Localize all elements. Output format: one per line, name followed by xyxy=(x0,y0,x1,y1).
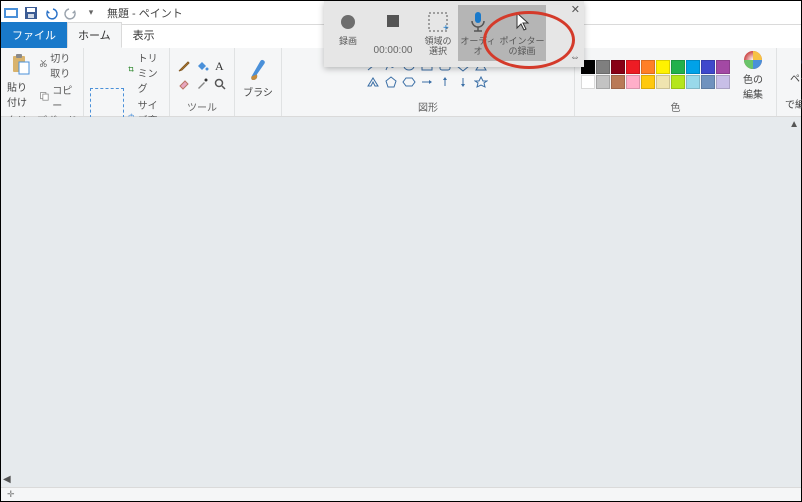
brush-button[interactable]: ブラシ xyxy=(241,53,275,101)
color-swatch[interactable] xyxy=(671,75,685,89)
color-swatch[interactable] xyxy=(686,60,700,74)
tab-home[interactable]: ホーム xyxy=(67,22,122,48)
fill-tool[interactable] xyxy=(194,58,210,74)
status-bar: ✛ xyxy=(1,487,801,501)
cut-label: 切り取り xyxy=(50,50,77,80)
paint3d-label: ペイント 3D で編集する xyxy=(783,70,802,111)
scroll-up-icon[interactable]: ▲ xyxy=(789,119,799,130)
record-circle-icon xyxy=(333,7,363,37)
colors-group-label: 色 xyxy=(671,99,681,116)
tab-view[interactable]: 表示 xyxy=(122,22,166,48)
record-button[interactable]: 録画 xyxy=(328,5,368,61)
color-wheel-icon xyxy=(742,49,764,71)
region-select-button[interactable]: + 領域の 選択 xyxy=(418,5,458,61)
record-label: 録画 xyxy=(339,37,357,47)
canvas-area[interactable]: ◀ ▲ xyxy=(1,117,801,487)
color-swatch[interactable] xyxy=(641,75,655,89)
copy-button[interactable]: コピー xyxy=(39,82,78,112)
crop-label: トリミング xyxy=(138,50,163,95)
copy-label: コピー xyxy=(52,82,77,112)
brush-label: ブラシ xyxy=(243,84,273,99)
text-tool[interactable]: A xyxy=(212,58,228,74)
qat-dropdown-icon[interactable]: ▾ xyxy=(83,5,99,21)
color-swatch[interactable] xyxy=(611,75,625,89)
svg-text:A: A xyxy=(215,59,224,73)
paint3d-button[interactable]: ペイント 3D で編集する xyxy=(783,53,802,101)
region-icon: + xyxy=(423,7,453,37)
crop-icon xyxy=(128,66,135,79)
window-title: 無題 - ペイント xyxy=(107,5,183,21)
save-icon[interactable] xyxy=(23,5,39,21)
paste-icon xyxy=(9,53,33,77)
stop-icon[interactable] xyxy=(383,11,403,31)
region-label: 領域の 選択 xyxy=(424,37,451,57)
copy-icon xyxy=(39,91,50,104)
svg-text:+: + xyxy=(443,23,449,34)
tools-group-label: ツール xyxy=(187,99,217,116)
edit-colors-button[interactable]: 色の 編集 xyxy=(736,51,770,99)
color-swatch[interactable] xyxy=(581,75,595,89)
app-icon xyxy=(3,5,19,21)
pointer-record-button[interactable]: ポインターの録画 xyxy=(498,5,546,61)
paint3d-icon xyxy=(798,42,802,70)
redo-icon[interactable] xyxy=(63,5,79,21)
color-swatch[interactable] xyxy=(716,60,730,74)
color-swatch[interactable] xyxy=(701,75,715,89)
gamebar-overlay: ✕ ⇔ 録画 00:00:00 + 領域の 選択 オーディオ xyxy=(324,1,584,67)
color-swatch[interactable] xyxy=(626,75,640,89)
pointer-label: ポインターの録画 xyxy=(498,37,546,57)
undo-icon[interactable] xyxy=(43,5,59,21)
magnifier-tool[interactable] xyxy=(212,76,228,92)
pencil-tool[interactable] xyxy=(176,58,192,74)
color-swatch[interactable] xyxy=(626,60,640,74)
color-swatch[interactable] xyxy=(596,60,610,74)
tab-file[interactable]: ファイル xyxy=(1,22,67,48)
microphone-icon xyxy=(463,7,493,37)
shapes-group-label: 図形 xyxy=(418,99,438,116)
color-swatch[interactable] xyxy=(596,75,610,89)
close-icon[interactable]: ✕ xyxy=(571,3,580,16)
picker-tool[interactable] xyxy=(194,76,210,92)
recording-time: 00:00:00 xyxy=(368,35,418,65)
edit-colors-label: 色の 編集 xyxy=(743,71,763,101)
color-swatch[interactable] xyxy=(671,60,685,74)
color-swatch[interactable] xyxy=(656,75,670,89)
paste-button[interactable]: 貼り付け xyxy=(7,57,35,105)
brush-icon xyxy=(244,54,272,84)
color-swatch[interactable] xyxy=(686,75,700,89)
audio-label: オーディオ xyxy=(458,37,498,57)
crop-button[interactable]: トリミング xyxy=(128,50,163,95)
select-rect-icon xyxy=(90,88,124,118)
cursor-icon xyxy=(507,7,537,37)
paste-label: 貼り付け xyxy=(7,79,35,109)
scroll-left-icon[interactable]: ◀ xyxy=(3,474,11,485)
color-swatch[interactable] xyxy=(656,60,670,74)
color-swatch[interactable] xyxy=(716,75,730,89)
scissors-icon xyxy=(39,59,48,72)
color-swatch[interactable] xyxy=(611,60,625,74)
audio-button[interactable]: オーディオ xyxy=(458,5,498,61)
color-palette[interactable] xyxy=(581,60,730,89)
move-handle-icon[interactable]: ⇔ xyxy=(570,52,580,63)
eraser-tool[interactable] xyxy=(176,76,192,92)
color-swatch[interactable] xyxy=(641,60,655,74)
cursor-pos-icon: ✛ xyxy=(7,489,15,500)
cut-button[interactable]: 切り取り xyxy=(39,50,78,80)
color-swatch[interactable] xyxy=(701,60,715,74)
tools-grid: A xyxy=(176,58,228,92)
